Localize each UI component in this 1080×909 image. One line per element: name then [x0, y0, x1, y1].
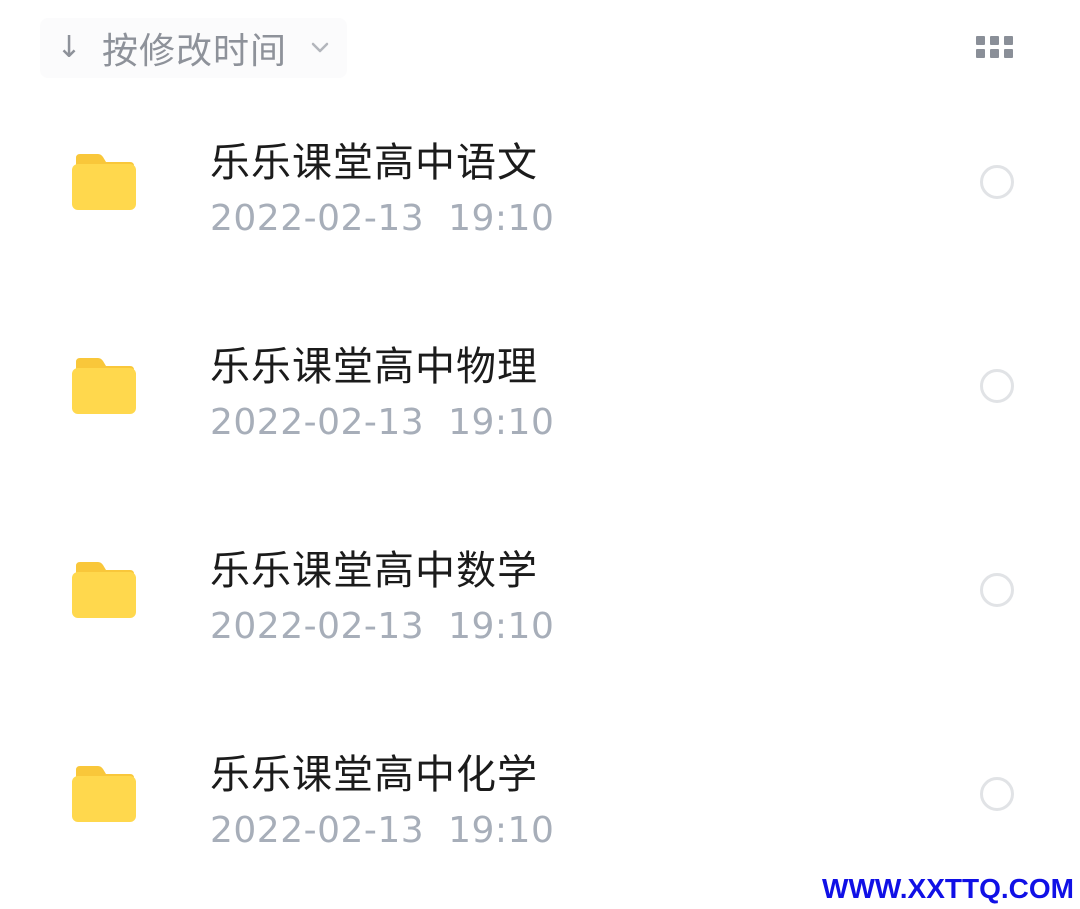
- sort-selector[interactable]: ↓ 按修改时间: [40, 18, 348, 78]
- folder-icon: [72, 766, 138, 822]
- folder-name: 乐乐课堂高中物理: [210, 344, 538, 390]
- select-checkbox[interactable]: [980, 777, 1014, 811]
- folder-name: 乐乐课堂高中数学: [210, 548, 538, 594]
- modified-time: 2022-02-13 19:10: [210, 402, 555, 443]
- list-item[interactable]: 乐乐课堂高中语文 2022-02-13 19:10: [0, 80, 1080, 284]
- select-checkbox[interactable]: [980, 165, 1014, 199]
- select-checkbox[interactable]: [980, 573, 1014, 607]
- select-checkbox[interactable]: [980, 369, 1014, 403]
- folder-name: 乐乐课堂高中语文: [210, 140, 538, 186]
- sort-direction-icon[interactable]: ↓: [54, 33, 84, 63]
- sort-label: 按修改时间: [102, 31, 288, 72]
- list-item[interactable]: 乐乐课堂高中数学 2022-02-13 19:10: [0, 488, 1080, 692]
- folder-name: 乐乐课堂高中化学: [210, 752, 538, 798]
- list-item[interactable]: 乐乐课堂高中物理 2022-02-13 19:10: [0, 284, 1080, 488]
- folder-icon: [72, 358, 138, 414]
- modified-time: 2022-02-13 19:10: [210, 810, 555, 851]
- watermark: WWW.XXTTQ.COM: [822, 873, 1074, 904]
- folder-icon: [72, 562, 138, 618]
- modified-time: 2022-02-13 19:10: [210, 606, 555, 647]
- list-item[interactable]: 乐乐课堂高中化学 2022-02-13 19:10: [0, 692, 1080, 896]
- chevron-down-icon: [309, 37, 331, 59]
- modified-time: 2022-02-13 19:10: [210, 198, 555, 239]
- folder-icon: [72, 154, 138, 210]
- grid-view-icon[interactable]: [976, 36, 1016, 60]
